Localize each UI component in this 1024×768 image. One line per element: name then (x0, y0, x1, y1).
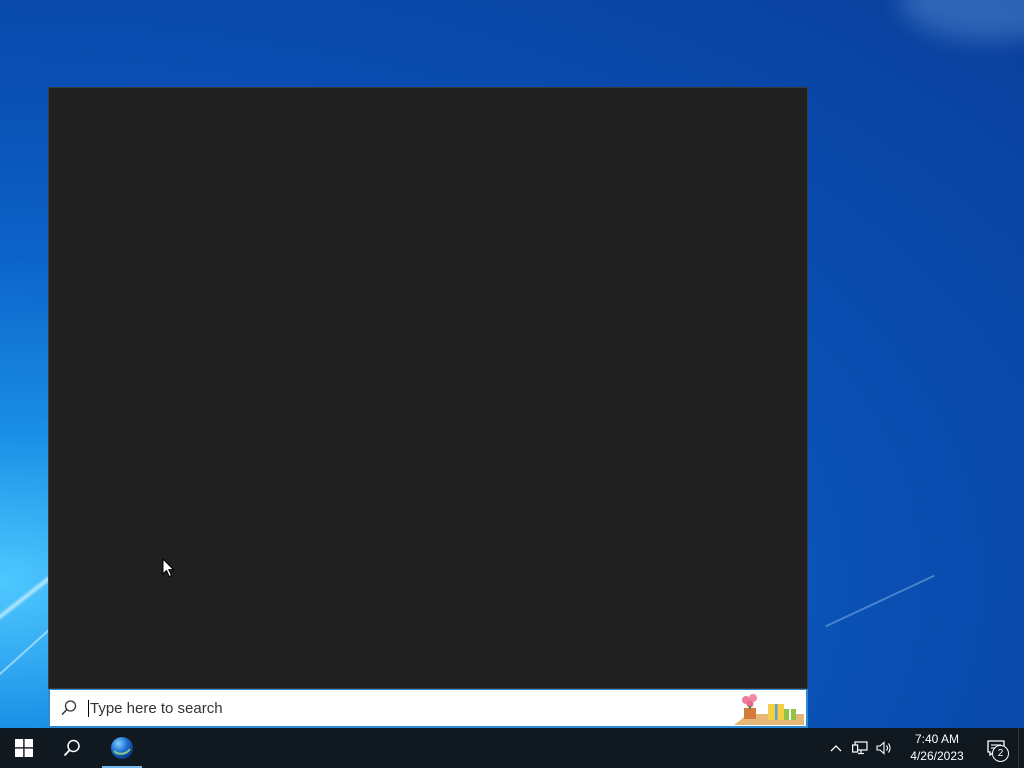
taskbar-app-edge[interactable] (98, 728, 146, 768)
volume-icon (876, 741, 891, 755)
search-highlight-art (734, 692, 804, 725)
notification-count-badge: 2 (992, 745, 1009, 762)
windows-logo-icon (15, 739, 33, 757)
search-input[interactable]: Type here to search (90, 700, 223, 717)
search-results-panel (48, 87, 808, 689)
show-hidden-icons-button[interactable] (824, 728, 848, 768)
search-box[interactable]: Type here to search (48, 689, 808, 728)
network-icon (852, 741, 868, 755)
clock-date: 4/26/2023 (910, 749, 964, 763)
taskbar-search-button[interactable] (48, 728, 96, 768)
clock-time: 7:40 AM (914, 732, 960, 746)
taskbar: 7:40 AM 4/26/2023 2 (0, 728, 1024, 768)
text-caret (88, 699, 89, 717)
search-icon (50, 690, 88, 726)
search-icon (63, 739, 80, 757)
edge-browser-icon (111, 737, 133, 759)
mouse-cursor-icon (162, 558, 175, 578)
chevron-up-icon (830, 745, 842, 752)
clock[interactable]: 7:40 AM 4/26/2023 (900, 731, 974, 765)
action-center-button[interactable]: 2 (974, 728, 1018, 768)
network-button[interactable] (848, 728, 872, 768)
volume-button[interactable] (872, 728, 896, 768)
show-desktop-button[interactable] (1018, 728, 1024, 768)
system-tray: 7:40 AM 4/26/2023 2 (824, 728, 1024, 768)
start-button[interactable] (0, 728, 48, 768)
